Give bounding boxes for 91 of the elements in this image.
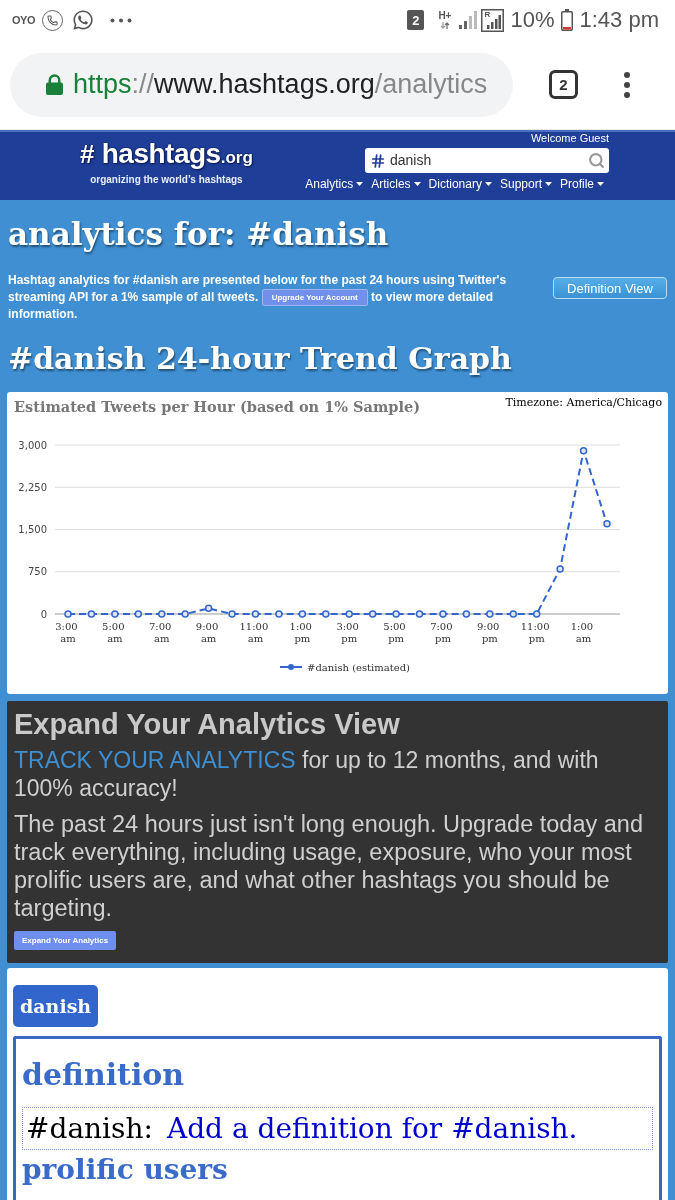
track-analytics-link[interactable]: TRACK YOUR ANALYTICS (14, 747, 296, 774)
clock-time: 1:43 pm (579, 9, 659, 31)
site-logo[interactable]: # hashtags.org (80, 140, 253, 168)
y-axis-label: 1,500 (18, 524, 47, 536)
caret-icon (545, 182, 552, 186)
y-axis-label: 3,000 (18, 439, 47, 451)
nav-menu-item[interactable]: Analytics (305, 178, 364, 190)
x-axis-label: 3:00 pm (336, 621, 359, 645)
battery-percent: 10% (510, 9, 555, 31)
x-axis-label: 5:00 am (102, 621, 125, 645)
data-point (439, 610, 447, 619)
data-point (228, 610, 236, 619)
add-definition-link[interactable]: Add a definition for #danish. (166, 1107, 578, 1150)
data-point (158, 610, 166, 619)
url-text[interactable]: https://www.hashtags.org/analytics (73, 71, 488, 98)
search-input[interactable]: danish (390, 150, 587, 171)
x-axis-label: 1:00 am (570, 621, 594, 645)
data-point (509, 610, 517, 619)
data-point (251, 610, 260, 619)
caret-icon (597, 182, 604, 186)
timezone-label: Timezone: America/Chicago (505, 396, 662, 411)
x-axis-label: 3:00 am (55, 621, 78, 645)
battery-icon (560, 9, 573, 31)
welcome-text: Welcome Guest (530, 133, 609, 144)
chat-bubble-icon (71, 9, 94, 31)
sim-slot-badge: 2 (407, 10, 425, 30)
data-point (392, 610, 400, 619)
data-point (579, 447, 588, 455)
section-heading: prolific users (22, 1154, 229, 1187)
nav-menu-item[interactable]: Profile (560, 178, 604, 190)
logo-tagline: organizing the world’s hashtags (90, 175, 243, 185)
data-arrows-icon (439, 22, 450, 29)
x-axis-label: 11:00 pm (520, 621, 550, 645)
nav-menu-item[interactable]: Articles (371, 178, 421, 190)
chart-title: Estimated Tweets per Hour (based on 1% Sample) (14, 397, 421, 418)
network-type-label: H+ (438, 11, 452, 21)
search-bar[interactable]: danish (365, 148, 609, 173)
hashtag-badge[interactable]: danish (13, 985, 99, 1028)
x-axis-label: 5:00 pm (383, 621, 406, 645)
promo-tagline: TRACK YOUR ANALYTICS for up to 12 months, and with 100% accuracy! (14, 746, 600, 803)
data-point (556, 565, 564, 573)
nav-menu-item[interactable]: Support (499, 178, 552, 190)
data-point (111, 610, 119, 619)
lock-icon (46, 74, 63, 95)
data-point (298, 610, 307, 619)
roaming-signal-icon (481, 8, 505, 32)
more-dots-icon (109, 17, 132, 23)
legend-marker-icon (279, 664, 303, 671)
data-point (181, 610, 189, 619)
legend-label: #danish (estimated) (307, 662, 410, 674)
x-axis-label: 9:00 am (195, 621, 219, 645)
carrier-logo: OYO (12, 14, 35, 26)
data-point (275, 610, 283, 619)
promo-body: The past 24 hours just isn't long enough. Upgrade today and track everything, including usage, exposure, who your most prolific users are, and what other hashtags you should be targeting. (14, 810, 644, 923)
x-axis-label: 11:00 am (239, 621, 269, 645)
data-point (368, 610, 377, 619)
y-axis-label: 2,250 (18, 482, 47, 494)
search-icon[interactable] (587, 151, 605, 170)
caret-icon (484, 182, 492, 186)
data-point (532, 610, 541, 619)
data-point (486, 610, 494, 619)
x-axis-label: 7:00 pm (430, 621, 453, 645)
signal-bars-icon (459, 11, 478, 29)
roaming-label: R (484, 10, 491, 19)
x-axis-label: 1:00 pm (289, 621, 312, 645)
data-point (322, 610, 330, 619)
data-point (603, 520, 611, 528)
y-axis-label: 750 (27, 566, 47, 578)
data-point (415, 610, 424, 619)
data-point (134, 610, 143, 619)
tab-count-button[interactable]: 2 (549, 70, 578, 99)
y-axis-label: 0 (40, 608, 47, 620)
data-point (345, 610, 353, 619)
trend-heading: #danish 24-hour Trend Graph (7, 340, 513, 379)
data-point (462, 610, 471, 619)
promo-heading: Expand Your Analytics View (14, 707, 401, 742)
address-bar[interactable]: https://www.hashtags.org/analytics (10, 52, 513, 117)
data-point (64, 610, 72, 619)
description-text: Hashtag analytics for #danish are presented below for the past 24 hours using Twitter's streaming API for a 1% sample of all tweets. Upgrade Your Account to view more detailed information. (8, 272, 508, 324)
caret-icon (356, 182, 364, 186)
more-menu-icon[interactable] (624, 71, 630, 98)
hashtag-icon (370, 151, 386, 170)
page-title: analytics for: #danish (7, 215, 390, 254)
data-point (87, 610, 96, 619)
data-point (204, 604, 213, 613)
definition-heading: definition (22, 1057, 186, 1094)
nav-menu-item[interactable]: Dictionary (428, 178, 492, 190)
x-axis-label: 7:00 am (148, 621, 172, 645)
term-label: #danish: (26, 1110, 153, 1147)
x-axis-label: 9:00 pm (477, 621, 500, 645)
caret-icon (413, 182, 421, 186)
